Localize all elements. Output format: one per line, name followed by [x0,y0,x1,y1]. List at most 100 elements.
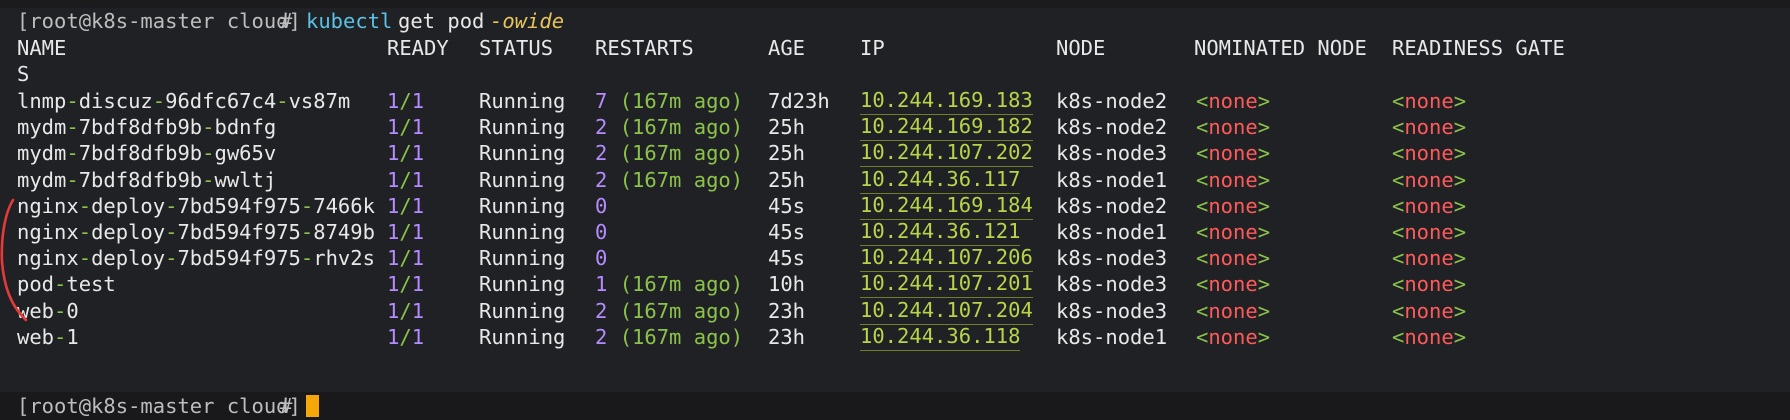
none-open-bracket: < [1196,220,1209,244]
pod-ready-count: 1 [387,115,400,140]
pod-ready-total: 1 [411,167,425,192]
none-close-bracket: > [1257,89,1271,113]
pod-ready-count: 1 [387,220,400,244]
pod-ready-slash: / [399,89,412,113]
pod-name-dash: - [152,89,166,113]
pod-ready-total: 1 [411,193,425,218]
pod-restarts-count: 0 [595,220,608,244]
pod-age: 23h [768,324,806,349]
pod-name-part: 8749b [313,220,375,244]
pod-name-part: 7bd594f975 [177,246,301,271]
bottom-prompt-line: [root@k8s-master cloud] # [0,392,1790,420]
none-text: none [1208,89,1258,113]
pod-name-part: test [66,272,116,297]
pod-ready-count: 1 [387,193,400,218]
pod-ready-count: 1 [387,272,400,297]
none-open-bracket: < [1392,115,1405,140]
pod-restarts-count: 0 [595,193,608,218]
pod-name-dash: - [66,167,79,192]
pod-ip: 10.244.169.184 [860,191,1033,220]
pod-restarts-count: 2 [595,167,608,192]
pod-name-dash: - [66,115,79,140]
none-open-bracket: < [1196,89,1209,113]
none-text: none [1404,246,1454,271]
pod-name-part: 1 [66,324,79,349]
none-close-bracket: > [1453,324,1467,349]
pod-ready-total: 1 [411,298,425,323]
pod-ready-total: 1 [411,141,425,166]
pod-name-dash: - [300,220,314,244]
pod-readiness-gates: <none> [1392,322,1466,352]
command-args: get pod [398,9,485,33]
pod-ip: 10.244.107.206 [860,243,1033,273]
pod-name-part: wwltj [214,167,277,192]
pod-ready-count: 1 [387,246,400,271]
pod-ready-slash: / [399,272,412,297]
none-close-bracket: > [1453,193,1467,218]
none-text: none [1208,115,1258,140]
none-close-bracket: > [1453,89,1467,113]
pod-ready-total: 1 [411,272,425,297]
pod-name-dash: - [202,115,215,140]
pod-name-dash: - [54,298,67,323]
pod-restarts-ago: (167m ago) [619,272,744,297]
none-open-bracket: < [1392,141,1405,166]
none-open-bracket: < [1196,167,1209,192]
pod-ready-slash: / [399,141,412,166]
cursor-icon[interactable] [306,395,319,417]
pod-name-part: gw65v [214,141,277,166]
pod-node: k8s-node1 [1056,324,1168,349]
none-open-bracket: < [1196,115,1209,140]
none-close-bracket: > [1257,193,1271,218]
none-close-bracket: > [1453,272,1467,297]
pod-nominated-node: <none> [1196,322,1270,352]
pod-ready-slash: / [399,246,412,271]
pod-name-part: vs87m [288,89,351,113]
pod-ready: 1/1 [387,322,424,352]
none-open-bracket: < [1392,272,1405,297]
pod-ready-count: 1 [387,141,400,166]
pod-name-dash: - [165,246,178,271]
none-text: none [1404,115,1454,140]
pod-restarts-ago: (167m ago) [619,115,744,140]
pod-ready-total: 1 [411,324,425,349]
red-bracket-icon [0,198,28,322]
none-open-bracket: < [1392,246,1405,271]
pod-restarts-ago: (167m ago) [619,141,744,166]
pod-ready-slash: / [399,298,412,323]
pod-ip: 10.244.169.182 [860,112,1033,142]
none-text: none [1404,298,1454,323]
table-row: web-1 1/1 Running 2 (167m ago) 23h 10.244.36.… [0,322,1790,352]
pod-ready-slash: / [399,167,412,192]
pod-ready-count: 1 [387,324,400,349]
pod-ready-count: 1 [387,298,400,323]
none-close-bracket: > [1257,324,1271,349]
pod-name-part: 7466k [313,193,375,218]
pod-ready-count: 1 [387,89,400,113]
pod-restarts-ago: (167m ago) [619,324,744,349]
pod-name-dash: - [78,246,92,271]
pod-ready-total: 1 [411,220,425,244]
none-text: none [1404,89,1454,113]
pod-name-part: 0 [66,298,79,323]
pod-restarts-count: 2 [595,324,608,349]
none-close-bracket: > [1453,141,1467,166]
none-open-bracket: < [1196,141,1209,166]
pod-ready-slash: / [399,324,412,349]
pod-ip: 10.244.107.202 [860,138,1033,168]
pod-restarts-count: 1 [595,272,608,297]
pod-ready-slash: / [399,115,412,140]
pod-ip: 10.244.107.204 [860,296,1033,325]
bottom-prompt-user-host: [root@k8s-master cloud] [17,394,301,418]
pod-ip: 10.244.36.117 [860,165,1021,194]
pod-ready-total: 1 [411,115,425,140]
pod-ready-total: 1 [411,246,425,271]
none-text: none [1208,220,1258,244]
none-close-bracket: > [1257,115,1271,140]
none-open-bracket: < [1196,246,1209,271]
none-open-bracket: < [1392,167,1405,192]
pod-name-dash: - [165,220,178,244]
pod-name-dash: - [78,220,92,244]
pod-name-dash: - [165,193,178,218]
none-close-bracket: > [1257,220,1271,244]
